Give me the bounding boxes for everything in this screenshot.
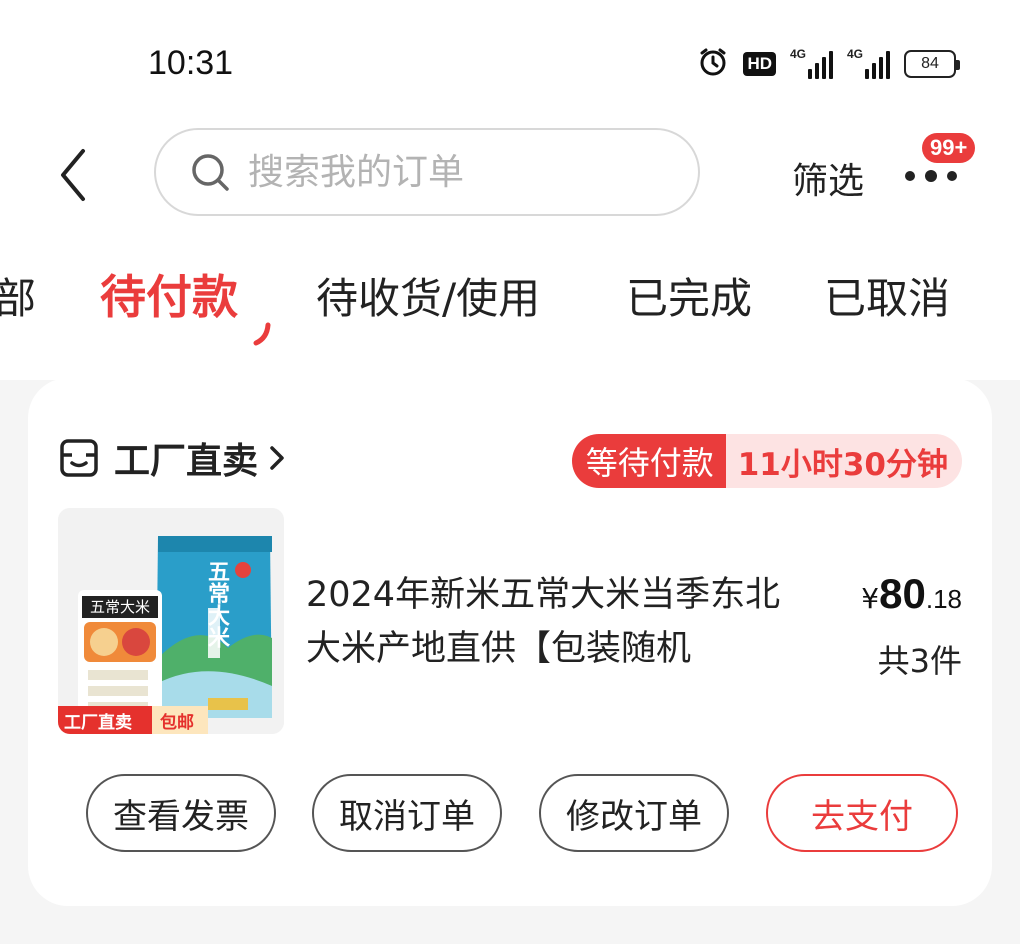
side-card-label: 五常大米 [89,598,150,616]
search-input[interactable] [248,151,668,193]
payment-status-badge: 等待付款 11小时30分钟 [571,434,962,488]
rice-bag-illustration [58,508,284,734]
more-dots-icon [905,170,965,182]
tab-completed[interactable]: 已完成 [626,265,752,326]
status-time: 10:31 [148,44,234,82]
product-title[interactable]: 2024年新米五常大米当季东北大米产地直供【包装随机 [306,568,786,676]
alarm-icon [697,46,729,82]
pay-button[interactable]: 去支付 [766,774,958,852]
signal-label-1: 4G [790,47,807,61]
store-name: 工厂直卖 [114,441,259,482]
header: 筛选 99+ [0,120,1020,230]
filter-button[interactable]: 筛选 [792,152,864,204]
status-label: 等待付款 [571,434,726,488]
tab-pending-payment[interactable]: 待付款 [100,261,238,327]
tab-pending-receipt[interactable]: 待收货/使用 [316,265,540,326]
order-card: 工厂直卖 等待付款 11小时30分钟 五常大米 五常大米 工厂直卖 包邮 202… [28,378,992,906]
signal-label-2: 4G [847,47,864,61]
free-shipping-tag: 包邮 [160,713,194,733]
cancel-order-button[interactable]: 取消订单 [312,774,502,852]
price-currency: ¥ [861,582,880,615]
chevron-left-icon [61,149,85,201]
product-quantity: 共3件 [877,642,962,680]
chevron-right-icon [270,446,284,470]
back-button[interactable] [55,145,95,205]
signal-icon-2: 4G [847,47,890,79]
product-image[interactable]: 五常大米 五常大米 工厂直卖 包邮 [58,508,284,734]
store-icon [60,439,98,477]
active-tab-indicator [253,322,271,346]
battery-icon: 84 [904,50,960,78]
price-integer: 80 [879,570,926,617]
search-box[interactable] [154,128,700,216]
tab-cancelled[interactable]: 已取消 [824,265,950,326]
factory-tag: 工厂直卖 [64,713,132,733]
tab-all[interactable]: 部 [0,265,36,326]
notification-badge: 99+ [922,133,976,163]
status-icons: HD 4G 4G 84 [697,46,960,82]
price-decimal: .18 [925,584,962,614]
countdown-timer: 11小时30分钟 [725,434,962,488]
hd-icon: HD [743,52,776,76]
search-icon [192,154,229,191]
more-button[interactable] [905,160,965,190]
bag-title-text: 五常大米 [204,560,229,648]
order-tabs: 部 待付款 待收货/使用 已完成 已取消 [0,265,1020,345]
product-price: ¥80.18 [861,570,962,618]
status-bar: 10:31 HD 4G 4G 84 [0,0,1020,120]
view-invoice-button[interactable]: 查看发票 [86,774,276,852]
signal-icon-1: 4G [790,47,833,79]
store-link[interactable]: 工厂直卖 [58,430,286,486]
modify-order-button[interactable]: 修改订单 [539,774,729,852]
